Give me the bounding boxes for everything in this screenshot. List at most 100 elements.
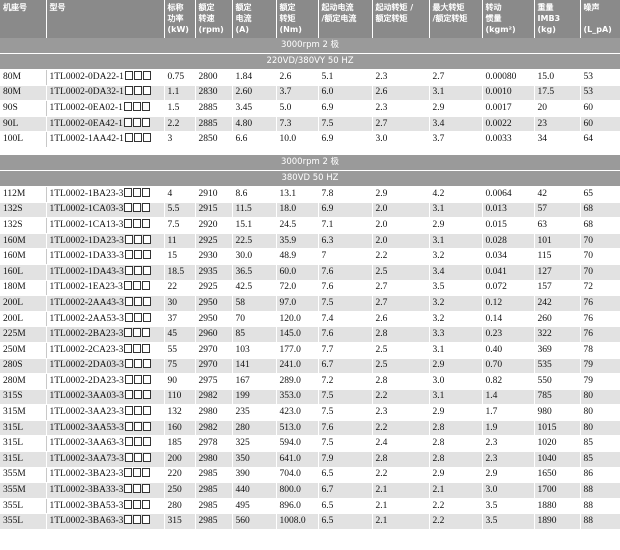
- table-cell: 3: [164, 131, 196, 148]
- option-code-box: [142, 218, 151, 228]
- table-cell: 7.1: [318, 217, 373, 234]
- table-cell: 63: [534, 217, 581, 234]
- table-cell: 1TL0002-0DA22-1: [46, 69, 165, 86]
- cell-value: 157: [537, 282, 552, 293]
- table-cell: 68: [580, 202, 620, 219]
- table-cell: 3.5: [482, 513, 535, 531]
- column-header-3: 额定 转速 (rpm): [195, 0, 233, 38]
- cell-value: 0.0064: [485, 188, 512, 199]
- table-cell: 2.2: [372, 420, 430, 437]
- option-code-box: [124, 515, 133, 525]
- option-code-box: [142, 187, 151, 197]
- option-code-box: [142, 328, 151, 338]
- table-cell: 1TL0002-0DA32-1: [46, 85, 165, 102]
- table-cell: 250M: [0, 342, 47, 359]
- cell-value: 90S: [3, 102, 18, 113]
- option-code-box: [133, 343, 142, 353]
- cell-value: 7.1: [321, 219, 334, 230]
- column-header-5: 额定 转矩 (Nm): [276, 0, 319, 38]
- cell-value: 120.0: [279, 313, 301, 324]
- table-cell: 7.5: [318, 389, 373, 406]
- table-cell: 2.9: [429, 467, 483, 484]
- table-cell: 2830: [195, 85, 233, 102]
- table-cell: 1.1: [164, 85, 196, 102]
- cell-value: 15.1: [235, 219, 253, 230]
- table-cell: 1.4: [482, 389, 535, 406]
- option-code-box: [124, 406, 133, 416]
- option-code-box: [142, 343, 151, 353]
- table-cell: 980: [534, 404, 581, 421]
- cell-value: 369: [537, 344, 552, 355]
- table-cell: 2.9: [429, 404, 483, 421]
- option-code-box: [133, 218, 142, 228]
- cell-value: 7.5: [167, 219, 180, 230]
- cell-value: 0.0022: [485, 118, 512, 129]
- table-cell: 177.0: [276, 342, 319, 359]
- table-cell: 2985: [195, 498, 233, 515]
- table-cell: 2935: [195, 264, 233, 281]
- table-cell: 70: [580, 248, 620, 265]
- table-cell: 7.6: [318, 326, 373, 343]
- table-row: 315L 1TL0002-3AA63-3 185 2978 325 594.0 7.5 2.4…: [0, 435, 620, 453]
- table-cell: 0.072: [482, 280, 535, 297]
- table-cell: 7.5: [318, 435, 373, 453]
- cell-value: 0.14: [485, 313, 503, 324]
- option-code-box: [132, 117, 141, 127]
- table-cell: 0.013: [482, 202, 535, 219]
- cell-value: 2.3: [375, 407, 388, 418]
- cell-value: 0.12: [485, 297, 503, 308]
- header-row: 机座号 型号 标称 功率 (kW) 额定 转速 (rpm) 额定 电流 (A) 额定 转矩…: [0, 0, 620, 38]
- table-cell: 22: [164, 280, 196, 297]
- option-code-box: [133, 515, 142, 525]
- table-cell: 13.1: [276, 186, 319, 203]
- table-cell: 0.40: [482, 342, 535, 359]
- cell-value: 241.0: [279, 360, 301, 371]
- cell-value: 594.0: [279, 438, 301, 449]
- table-cell: 2.2: [372, 467, 430, 484]
- cell-value: 2950: [198, 313, 218, 324]
- table-cell: 70: [580, 233, 620, 250]
- cell-value: 2.2: [375, 391, 388, 402]
- cell-value: 7.3: [279, 118, 292, 129]
- cell-value: 127: [537, 266, 552, 277]
- table-cell: 0.0017: [482, 100, 535, 117]
- table-cell: 1700: [534, 482, 581, 499]
- table-cell: 315L: [0, 451, 47, 468]
- table-cell: 160L: [0, 264, 47, 281]
- model-number: 1TL0002-2BA23-3: [49, 329, 124, 340]
- table-cell: 48.9: [276, 248, 319, 265]
- table-cell: 36.5: [232, 264, 277, 281]
- table-cell: 10.0: [276, 131, 319, 148]
- table-cell: 560: [232, 513, 277, 531]
- cell-value: 550: [537, 375, 552, 386]
- table-cell: 1TL0002-3AA53-3: [46, 420, 165, 437]
- cell-value: 2960: [198, 329, 218, 340]
- table-cell: 2925: [195, 233, 233, 250]
- table-cell: 42: [534, 186, 581, 203]
- table-cell: 280M: [0, 373, 47, 390]
- cell-value: 440: [235, 485, 250, 496]
- table-cell: 2.8: [429, 420, 483, 437]
- table-cell: 1TL0002-3AA03-3: [46, 389, 165, 406]
- option-code-box: [124, 484, 133, 494]
- cell-value: 2.5: [375, 360, 388, 371]
- table-cell: 80M: [0, 69, 47, 86]
- table-cell: 75: [164, 358, 196, 375]
- cell-value: 280: [167, 500, 182, 511]
- cell-value: 0.013: [485, 204, 507, 215]
- cell-value: 2970: [198, 344, 218, 355]
- table-cell: 2.9: [429, 217, 483, 234]
- table-cell: 0.0022: [482, 116, 535, 133]
- cell-value: 7.5: [321, 438, 334, 449]
- cell-value: 7.5: [321, 297, 334, 308]
- cell-value: 7.5: [321, 391, 334, 402]
- table-cell: 11.5: [232, 202, 277, 219]
- column-header-7: 起动转矩 / 额定转矩: [372, 0, 430, 38]
- table-cell: 6.9: [318, 131, 373, 148]
- model-number: 1TL0002-3BA53-3: [49, 500, 124, 511]
- cell-value: 18.0: [279, 204, 297, 215]
- cell-value: 6.9: [321, 102, 334, 113]
- table-cell: 315L: [0, 420, 47, 437]
- cell-value: 2.6: [375, 87, 388, 98]
- table-cell: 280: [164, 498, 196, 515]
